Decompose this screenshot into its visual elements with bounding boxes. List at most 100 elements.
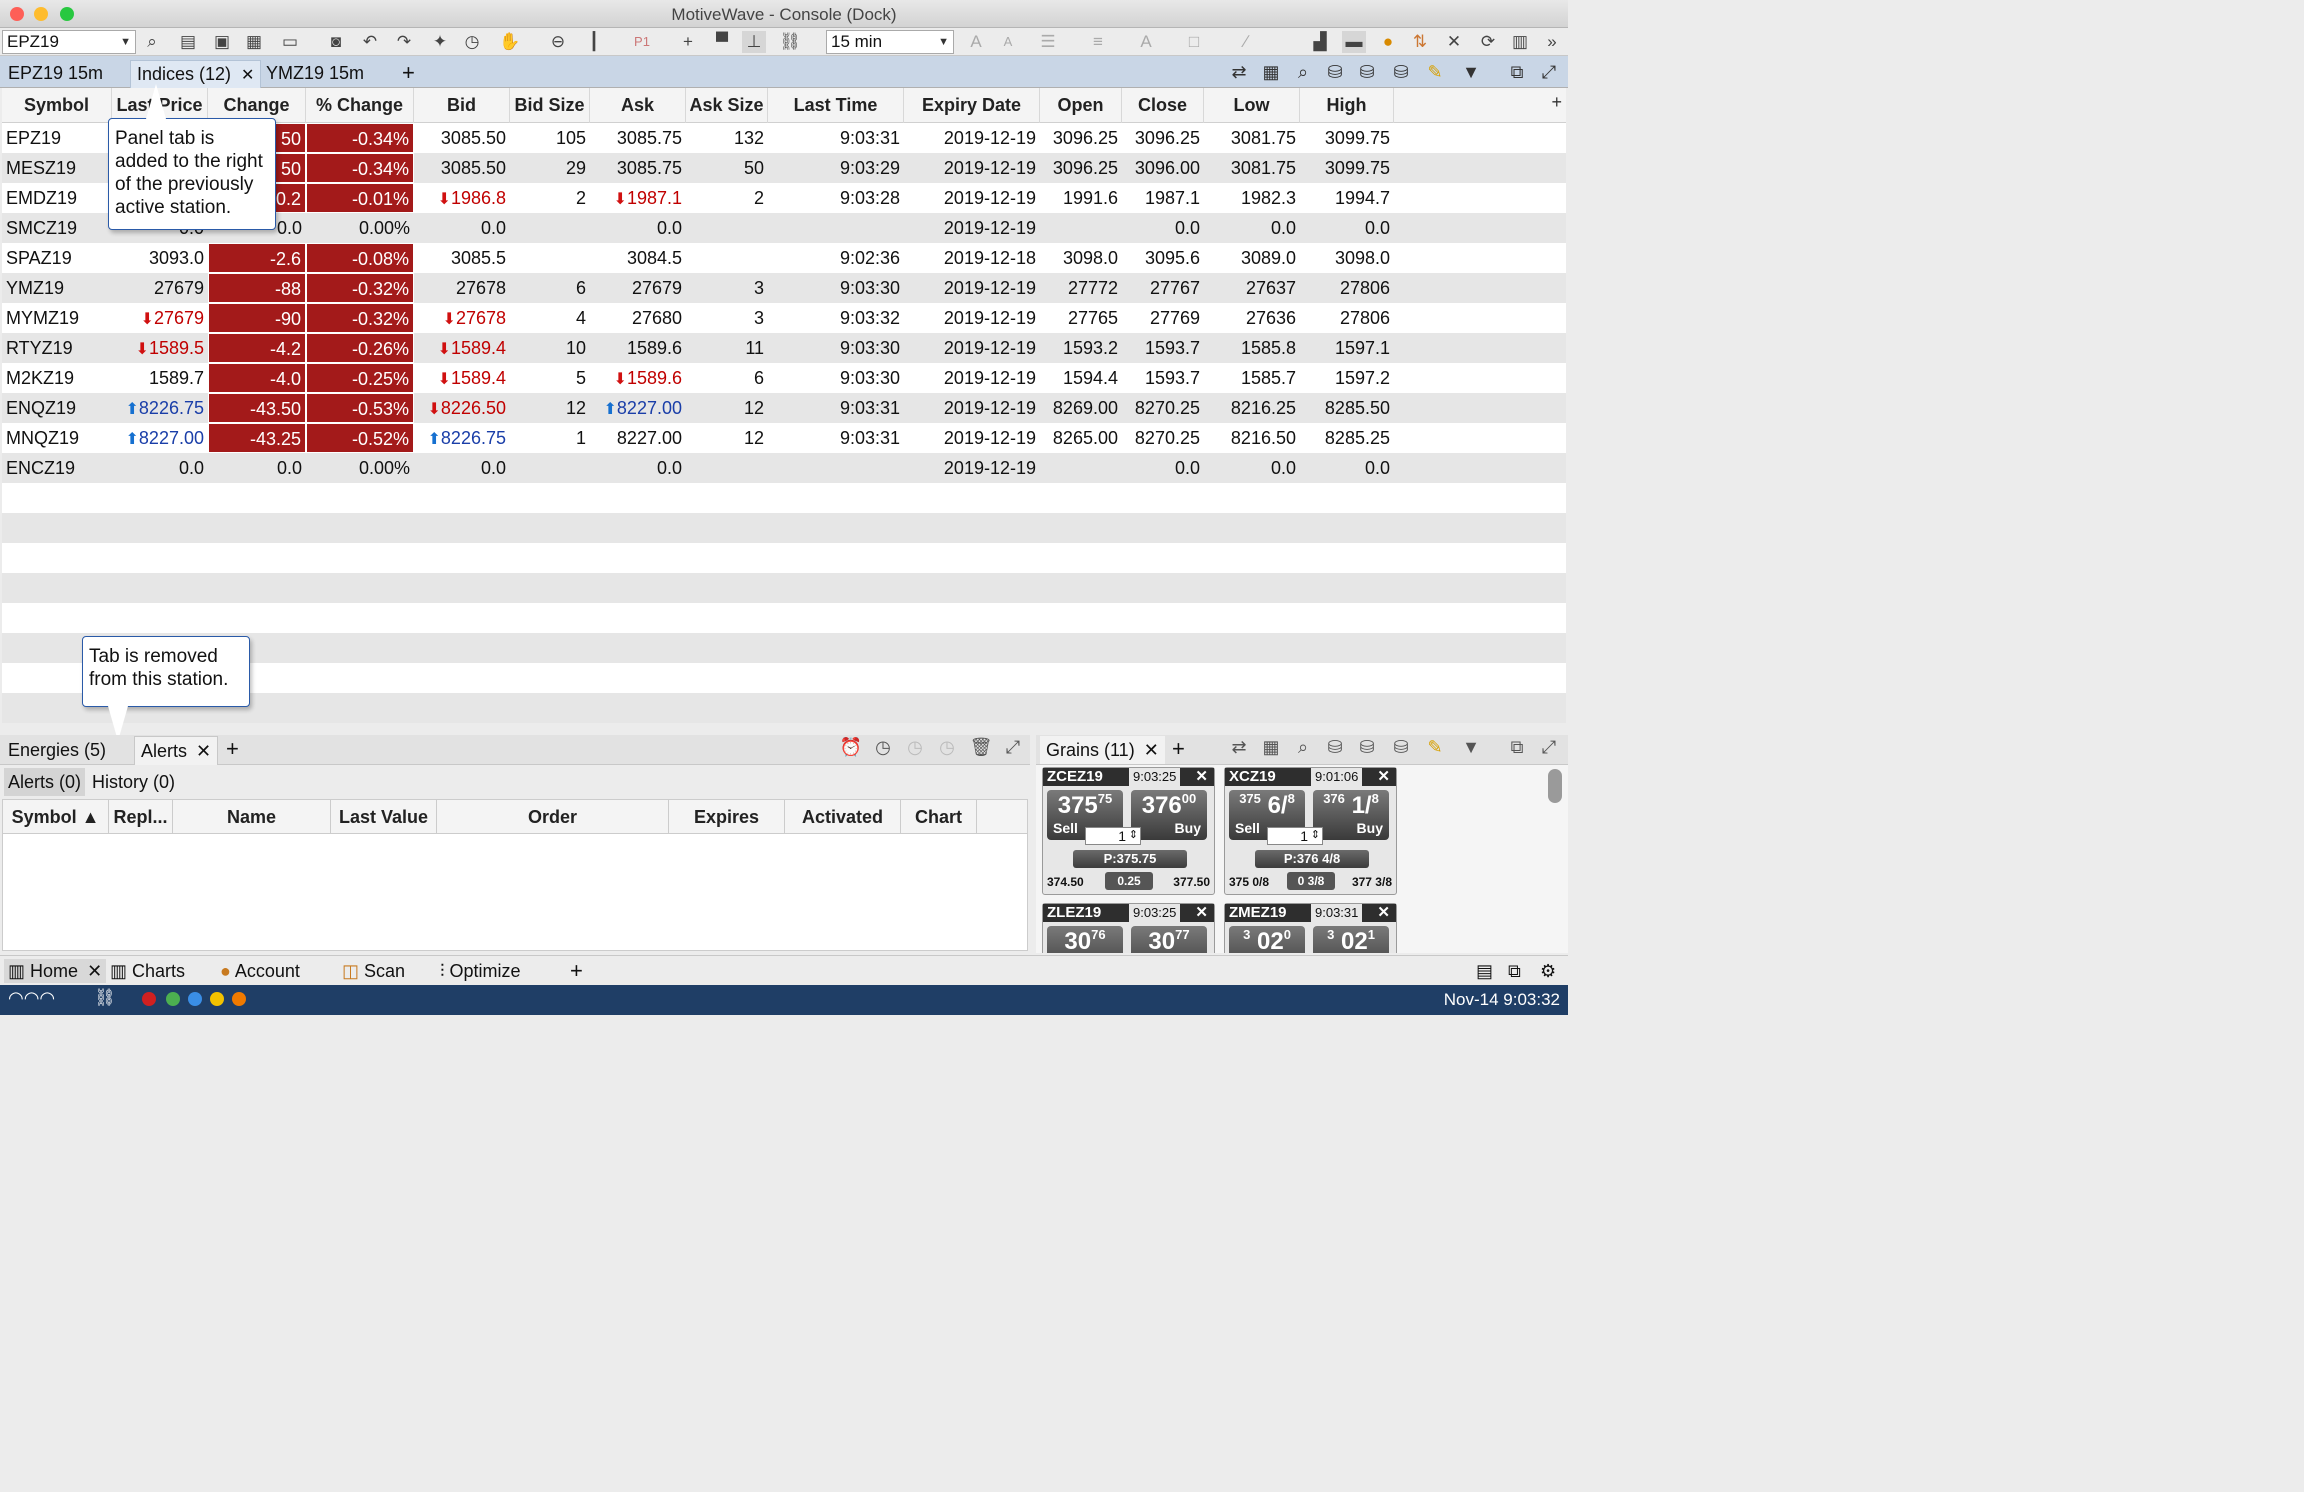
close-icon[interactable]: ✕ <box>1377 768 1390 786</box>
tab-alerts[interactable]: Alerts ✕ <box>134 736 219 765</box>
line-color-icon[interactable]: ∕ <box>1234 31 1258 53</box>
more-icon[interactable]: » <box>1540 31 1564 53</box>
bar-type-icon[interactable]: ┃ <box>582 31 606 53</box>
database-icon[interactable]: ⛁ <box>1322 59 1348 85</box>
close-icon[interactable]: ✕ <box>196 741 211 761</box>
line-style-icon[interactable]: ☰ <box>1036 31 1060 53</box>
quantity-stepper[interactable]: 1 ⇕ <box>1267 827 1323 845</box>
scrollbar-thumb[interactable] <box>1548 769 1562 803</box>
col-bid-size[interactable]: Bid Size <box>510 88 590 123</box>
add-tab-button[interactable]: + <box>396 60 421 88</box>
database-add-icon[interactable]: ⛁ <box>1354 737 1380 758</box>
buy-price-button[interactable]: 3 021Buy <box>1313 926 1389 953</box>
expand-icon[interactable]: ⤢ <box>1000 737 1026 758</box>
link-icon[interactable]: ⛓ <box>778 31 802 53</box>
col-bid[interactable]: Bid <box>414 88 510 123</box>
filter-icon[interactable]: ▼ <box>1458 737 1484 758</box>
chat-icon[interactable]: ● <box>1376 31 1400 53</box>
stepper-icon[interactable]: ⇕ <box>1129 827 1138 843</box>
undo-icon[interactable]: ↶ <box>358 31 382 53</box>
alarm-off-icon[interactable]: ◷ <box>902 737 928 758</box>
grid-icon[interactable]: ▦ <box>1258 59 1284 85</box>
columns-icon[interactable]: ▥ <box>1508 31 1532 53</box>
col-replace[interactable]: Repl... <box>109 800 173 834</box>
expand-icon[interactable]: ⤢ <box>1536 59 1562 85</box>
buy-price-button[interactable]: 376 1/8 Buy <box>1313 790 1389 840</box>
close-icon[interactable]: ✕ <box>1195 768 1208 786</box>
symbol-combo[interactable]: EPZ19 ▼ <box>2 30 136 54</box>
tab-energies[interactable]: Energies (5) <box>8 736 106 764</box>
sell-price-button[interactable]: 3076Sell <box>1047 926 1123 953</box>
pencil-icon[interactable]: ✎ <box>1422 59 1448 85</box>
col-activated[interactable]: Activated <box>785 800 901 834</box>
add-tab-button[interactable]: + <box>1172 735 1185 763</box>
zoom-out-icon[interactable]: ⊖ <box>546 31 570 53</box>
col-name[interactable]: Name <box>173 800 331 834</box>
expand-icon[interactable]: ⤢ <box>1536 737 1562 758</box>
trash-icon[interactable]: 🗑 <box>968 737 994 758</box>
chevron-down-icon[interactable]: ▼ <box>938 31 949 53</box>
pencil-icon[interactable]: ✎ <box>1422 737 1448 758</box>
table-row[interactable]: ENQZ19 ⬆8226.75 -43.50 -0.53% ⬇8226.50 12 ⬆822… <box>2 393 1566 423</box>
quote-card[interactable]: ZLEZ19 9:03:25 ✕ 3076Sell 3077Buy <box>1042 903 1215 953</box>
refresh-icon[interactable]: ⟳ <box>1476 31 1500 53</box>
camera-icon[interactable]: ◙ <box>324 31 348 53</box>
quote-card[interactable]: ZCEZ19 9:03:25 ✕ 37575 Sell 37600 Buy 1 ⇕ P:375.7… <box>1042 767 1215 895</box>
buy-price-button[interactable]: 3077Buy <box>1131 926 1207 953</box>
paint-roller-icon[interactable]: ▀ <box>710 31 734 53</box>
filter-icon[interactable]: ▼ <box>1458 59 1484 85</box>
table-row[interactable]: ENCZ19 0.0 0.0 0.00% 0.0 0.0 2019-12-19 0.0 0.0 0… <box>2 453 1566 483</box>
col-order[interactable]: Order <box>437 800 669 834</box>
alarm-icon[interactable]: ◷ <box>870 737 896 758</box>
chart-up-icon[interactable]: ▟ <box>1308 31 1332 53</box>
alarm-add-icon[interactable]: ⏰ <box>838 737 864 758</box>
hand-tool-icon[interactable]: ✋ <box>498 31 522 53</box>
gear-icon[interactable]: ⚙ <box>1540 959 1556 983</box>
copy-icon[interactable]: ⧉ <box>1508 959 1521 983</box>
col-open[interactable]: Open <box>1040 88 1122 123</box>
sort-arrows-icon[interactable]: ⇅ <box>1408 31 1432 53</box>
new-document-icon[interactable]: ▤ <box>176 31 200 53</box>
close-icon[interactable]: ✕ <box>1195 904 1208 922</box>
col-chart[interactable]: Chart <box>901 800 977 834</box>
nav-optimize[interactable]: ⫶ Optimize <box>440 959 521 983</box>
line-width-icon[interactable]: ≡ <box>1086 31 1110 53</box>
search-icon[interactable]: ⌕ <box>1290 737 1316 758</box>
close-icon[interactable]: ✕ <box>1377 904 1390 922</box>
price-bar-icon[interactable]: ⊥ <box>742 31 766 53</box>
alarm-icon[interactable]: ◷ <box>460 31 484 53</box>
save-icon[interactable]: ▣ <box>210 31 234 53</box>
col-last-time[interactable]: Last Time <box>768 88 904 123</box>
nav-account[interactable]: ● Account <box>220 959 300 983</box>
popout-icon[interactable]: ⧉ <box>1504 737 1530 758</box>
add-tab-button[interactable]: + <box>226 735 239 763</box>
col-symbol[interactable]: Symbol ▲ <box>3 800 109 834</box>
table-row[interactable]: MYMZ19 ⬇27679 -90 -0.32% ⬇27678 4 27680 3 9:03:3… <box>2 303 1566 333</box>
close-icon[interactable]: ✕ <box>241 67 254 84</box>
monitor-icon[interactable]: ▬ <box>1342 31 1366 53</box>
add-station-button[interactable]: + <box>570 959 583 983</box>
alarm-edit-icon[interactable]: ◷ <box>934 737 960 758</box>
popout-icon[interactable]: ⧉ <box>1504 59 1530 85</box>
save-all-icon[interactable]: ▦ <box>242 31 266 53</box>
position-bar[interactable]: P:376 4/8 <box>1255 850 1369 868</box>
search-icon[interactable]: ⌕ <box>1290 59 1316 85</box>
open-folder-icon[interactable]: ▭ <box>278 31 302 53</box>
price-label-icon[interactable]: P1 <box>630 31 654 53</box>
col-symbol[interactable]: Symbol <box>2 88 112 123</box>
col-low[interactable]: Low <box>1204 88 1300 123</box>
col-ask[interactable]: Ask <box>590 88 686 123</box>
quote-card[interactable]: ZMEZ19 9:03:31 ✕ 3 020Sell 3 021Buy <box>1224 903 1397 953</box>
database-icon[interactable]: ⛁ <box>1322 737 1348 758</box>
swap-icon[interactable]: ⇄ <box>1226 737 1252 758</box>
font-decrease-icon[interactable]: A <box>996 31 1020 53</box>
table-row[interactable]: M2KZ19 1589.7 -4.0 -0.25% ⬇1589.4 5 ⬇1589.6 6 9:… <box>2 363 1566 393</box>
sell-price-button[interactable]: 3 020Sell <box>1229 926 1305 953</box>
quote-card[interactable]: XCZ19 9:01:06 ✕ 375 6/8 Sell 376 1/8 Buy 1 ⇕ P:37… <box>1224 767 1397 895</box>
col-close[interactable]: Close <box>1122 88 1204 123</box>
buy-price-button[interactable]: 37600 Buy <box>1131 790 1207 840</box>
nav-scan[interactable]: ◫ Scan <box>342 959 405 983</box>
swap-icon[interactable]: ⇄ <box>1226 59 1252 85</box>
font-increase-icon[interactable]: A <box>964 31 988 53</box>
col-expiry-date[interactable]: Expiry Date <box>904 88 1040 123</box>
